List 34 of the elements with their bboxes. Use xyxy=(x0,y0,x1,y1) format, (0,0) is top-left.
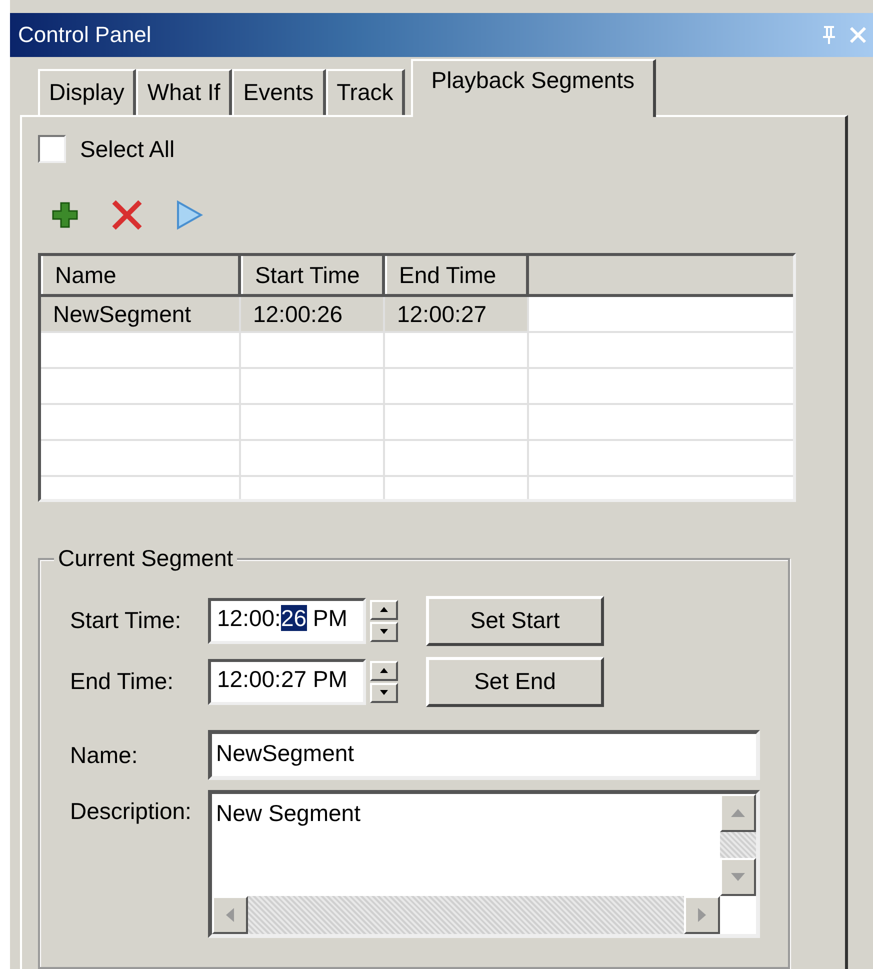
spin-button[interactable] xyxy=(370,660,398,702)
name-field[interactable]: NewSegment xyxy=(208,730,760,780)
down-arrow-icon[interactable] xyxy=(380,690,388,695)
time-label: Start Time: xyxy=(70,607,182,634)
description-label: Description: xyxy=(70,797,192,826)
table-cell: 12:00:26 xyxy=(241,297,385,331)
table-cell: 12:00:27 xyxy=(385,297,529,331)
down-arrow-icon[interactable] xyxy=(380,629,388,634)
add-icon[interactable] xyxy=(50,200,80,230)
spin-button[interactable] xyxy=(370,600,398,642)
set-time-button[interactable]: Set Start xyxy=(426,596,604,646)
select-all-label: Select All xyxy=(80,136,175,162)
table-row[interactable]: NewSegment 12:00:26 12:00:27 xyxy=(41,297,793,333)
column-header[interactable]: Name xyxy=(41,256,241,294)
set-time-button[interactable]: Set End xyxy=(426,656,604,706)
time-field[interactable]: 12:00:27 PM xyxy=(208,658,366,704)
tab[interactable]: Events xyxy=(232,69,326,115)
up-arrow-icon[interactable] xyxy=(380,607,388,612)
checkbox[interactable] xyxy=(38,135,66,163)
play-icon[interactable] xyxy=(174,199,204,231)
table-cell: NewSegment xyxy=(41,297,241,331)
tab[interactable]: Display xyxy=(38,69,136,115)
tab[interactable]: Playback Segments xyxy=(411,59,656,117)
up-arrow-icon[interactable] xyxy=(380,668,388,673)
tab[interactable]: What If xyxy=(136,69,232,115)
column-header[interactable]: Start Time xyxy=(241,256,385,294)
description-field[interactable]: New Segment xyxy=(208,790,760,938)
tab[interactable]: Track xyxy=(326,69,406,115)
time-label: End Time: xyxy=(70,668,175,695)
delete-icon[interactable] xyxy=(110,199,144,231)
window-title: Control Panel xyxy=(18,22,152,48)
column-header[interactable]: End Time xyxy=(385,256,529,294)
name-label: Name: xyxy=(70,742,139,768)
time-field[interactable]: 12:00:26 PM xyxy=(208,598,366,644)
